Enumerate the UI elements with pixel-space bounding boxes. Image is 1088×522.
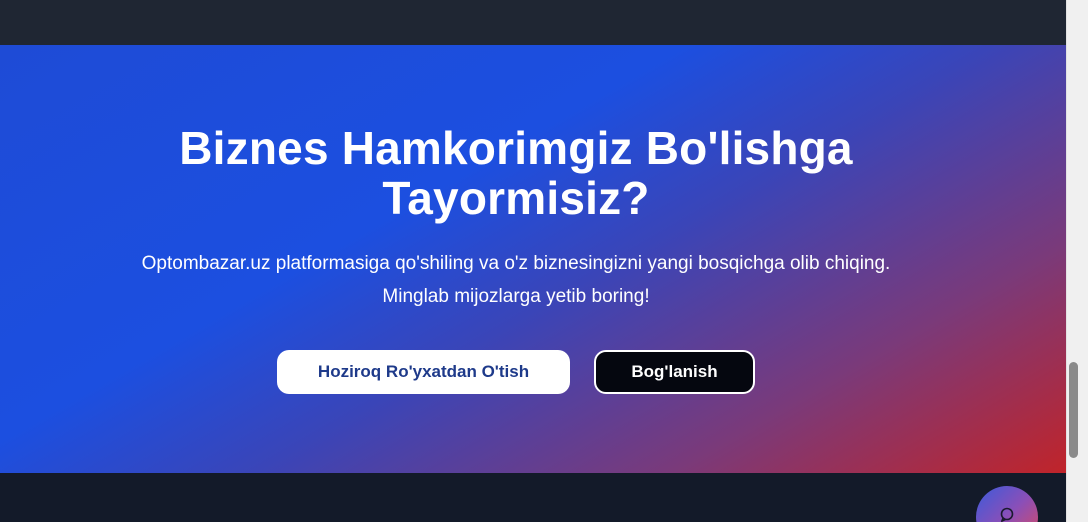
page: Biznes Hamkorimgiz Bo'lishga Tayormisiz?… [0, 0, 1088, 522]
hero-content: Biznes Hamkorimgiz Bo'lishga Tayormisiz?… [0, 45, 1032, 473]
scrollbar-thumb[interactable] [1069, 362, 1078, 458]
footer-strip [0, 473, 1066, 522]
cta-hero-section: Biznes Hamkorimgiz Bo'lishga Tayormisiz?… [0, 45, 1066, 473]
hero-title: Biznes Hamkorimgiz Bo'lishga Tayormisiz? [179, 122, 853, 224]
contact-button[interactable]: Bog'lanish [594, 350, 755, 394]
chat-bubble-icon [1000, 507, 1014, 522]
top-bar [0, 0, 1066, 45]
hero-description: Optombazar.uz platformasiga qo'shiling v… [141, 253, 891, 307]
register-now-button[interactable]: Hoziroq Ro'yxatdan O'tish [277, 350, 570, 394]
